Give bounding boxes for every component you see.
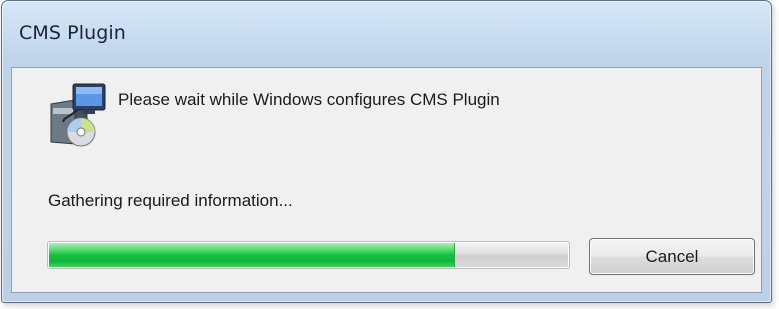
cancel-button[interactable]: Cancel (589, 238, 755, 275)
window-title: CMS Plugin (19, 22, 126, 44)
status-text: Gathering required information... (48, 191, 293, 210)
installer-dialog-window: CMS Plugin Please wait while Windows con… (1, 0, 772, 303)
progress-bar (47, 241, 570, 269)
progress-bar-fill (49, 243, 455, 267)
title-bar[interactable]: CMS Plugin (2, 1, 771, 67)
configure-message: Please wait while Windows configures CMS… (118, 90, 500, 109)
installer-package-icon (47, 82, 107, 148)
dialog-content: Please wait while Windows configures CMS… (11, 67, 762, 293)
